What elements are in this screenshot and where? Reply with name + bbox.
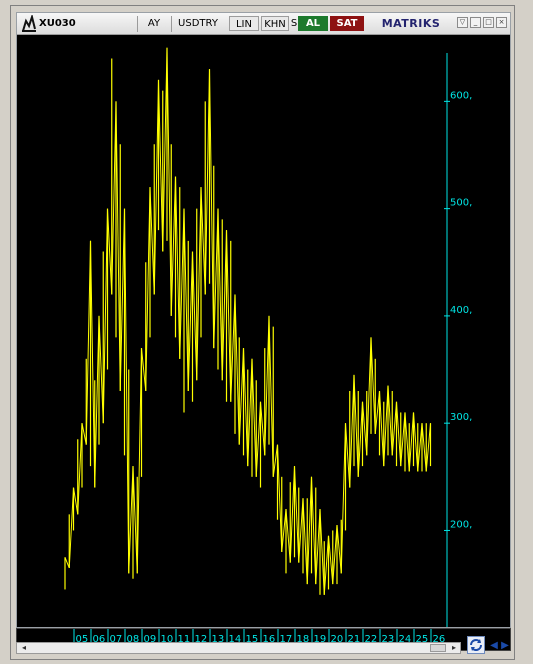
- currency-button[interactable]: USDTRY: [173, 16, 223, 31]
- chart-plot-area[interactable]: 200, 300, 400, 500, 600,: [17, 13, 512, 629]
- horizontal-scrollbar[interactable]: ◂ ▸: [16, 642, 461, 654]
- y-tick-label: 300,: [450, 412, 472, 423]
- scrollbar-thumb[interactable]: [430, 644, 446, 652]
- maximize-icon[interactable]: □: [483, 17, 494, 28]
- toolbar-divider: [171, 16, 172, 32]
- scroll-left-icon[interactable]: ◂: [18, 643, 30, 653]
- brand-logo: MATRIKS: [381, 17, 441, 30]
- y-tick-label: 200,: [450, 519, 472, 530]
- buy-button[interactable]: AL: [298, 16, 328, 31]
- chart-style-button[interactable]: KHN: [261, 16, 289, 31]
- close-icon[interactable]: ×: [496, 17, 507, 28]
- y-tick-label: 400,: [450, 305, 472, 316]
- toolbar-divider: [137, 16, 138, 32]
- refresh-button[interactable]: [467, 636, 485, 654]
- hidden-toolbar-letter: S: [290, 18, 298, 29]
- nav-left-icon[interactable]: ◀: [489, 640, 499, 652]
- y-tick-label: 600,: [450, 90, 472, 101]
- chart-window: 200, 300, 400, 500, 600, XU030 AY USDTRY LIN…: [16, 12, 511, 628]
- period-button[interactable]: AY: [139, 16, 169, 31]
- symbol-chart-icon[interactable]: [21, 15, 37, 33]
- symbol-label[interactable]: XU030: [39, 16, 99, 31]
- chart-toolbar: XU030 AY USDTRY LIN KHN S AL SAT MATRIKS…: [17, 13, 510, 35]
- scroll-right-icon[interactable]: ▸: [448, 643, 460, 653]
- sell-button[interactable]: SAT: [330, 16, 364, 31]
- minimize-icon[interactable]: _: [470, 17, 481, 28]
- y-tick-label: 500,: [450, 198, 472, 209]
- dropdown-icon[interactable]: ▽: [457, 17, 468, 28]
- refresh-icon: [470, 639, 482, 651]
- scale-button[interactable]: LIN: [229, 16, 259, 31]
- nav-right-icon[interactable]: ▶: [500, 640, 510, 652]
